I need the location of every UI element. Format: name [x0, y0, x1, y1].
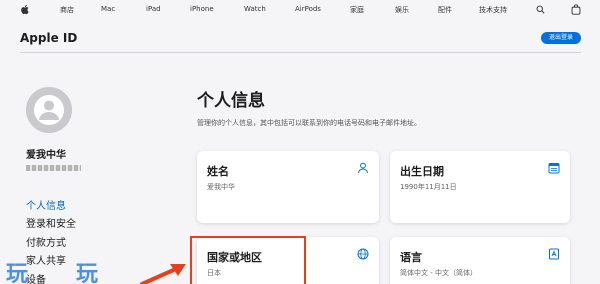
avatar-person-icon: [26, 87, 72, 133]
nav-watch[interactable]: Watch: [244, 5, 266, 13]
card-birthday[interactable]: 出生日期 1990年11月11日: [390, 151, 570, 223]
card-name[interactable]: 姓名 爱我中华: [197, 151, 379, 223]
page-description: 管理你的个人信息，其中包括可以联系到你的电话号码和电子邮件地址。: [197, 119, 421, 127]
sidebar-item-payment[interactable]: 付款方式: [26, 234, 66, 249]
nav-accessories[interactable]: 配件: [438, 5, 452, 15]
nav-store[interactable]: 商店: [60, 5, 74, 15]
card-title: 姓名: [207, 165, 229, 178]
nav-ipad[interactable]: iPad: [146, 5, 161, 13]
page-title: 个人信息: [197, 91, 265, 111]
card-value: 简体中文 - 中文（简体）: [400, 269, 477, 277]
sidebar-item-sign-in-security[interactable]: 登录和安全: [26, 215, 76, 230]
search-icon[interactable]: [536, 5, 545, 14]
nav-mac[interactable]: Mac: [101, 5, 115, 13]
nav-iphone[interactable]: iPhone: [190, 5, 214, 13]
shopping-bag-icon[interactable]: [571, 4, 581, 15]
card-language[interactable]: 语言 简体中文 - 中文（简体）: [390, 237, 570, 284]
arrow-annotation-icon: [140, 264, 186, 284]
signout-button[interactable]: 退出登录: [541, 32, 581, 44]
calendar-icon: [548, 163, 560, 174]
global-nav: 商店 Mac iPad iPhone Watch AirPods 家庭 娱乐 配…: [0, 0, 600, 20]
globe-icon: [357, 248, 369, 260]
card-value: 1990年11月11日: [400, 183, 457, 191]
card-title: 出生日期: [400, 165, 444, 178]
header-divider: [20, 52, 581, 53]
nav-airpods[interactable]: AirPods: [295, 5, 321, 13]
nav-support[interactable]: 技术支持: [479, 5, 507, 15]
language-icon: [549, 248, 559, 260]
sidebar-item-personal-info[interactable]: 个人信息: [26, 197, 66, 212]
user-name: 爱我中华: [26, 150, 66, 161]
card-title: 语言: [400, 251, 422, 264]
sidebar-item-family-sharing[interactable]: 家人共享: [26, 252, 66, 267]
appleid-title: Apple ID: [20, 31, 78, 45]
appleid-header: [0, 20, 600, 54]
highlight-annotation-box: [190, 236, 306, 284]
watermark-right: 玩: [76, 262, 99, 284]
avatar[interactable]: [26, 87, 72, 133]
person-icon: [358, 162, 368, 174]
masked-email: [26, 165, 81, 171]
watermark-left: 玩: [6, 262, 29, 284]
nav-home[interactable]: 家庭: [350, 5, 364, 15]
card-value: 爱我中华: [207, 183, 235, 191]
sidebar-item-devices[interactable]: 设备: [26, 271, 46, 284]
apple-logo-icon[interactable]: [20, 4, 29, 15]
nav-entertainment[interactable]: 娱乐: [395, 5, 409, 15]
